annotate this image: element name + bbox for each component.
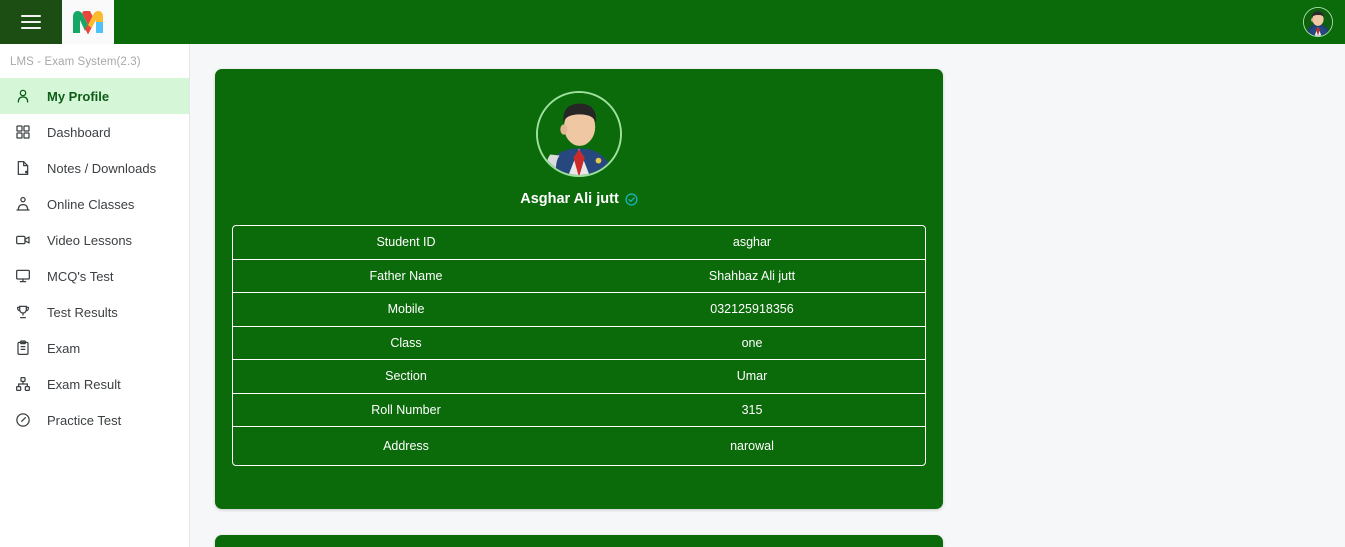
table-row: Roll Number 315 (233, 394, 925, 427)
row-label: Mobile (387, 302, 425, 317)
user-icon (13, 86, 33, 106)
row-label: Address (383, 439, 429, 453)
grid-icon (13, 122, 33, 142)
top-bar (0, 0, 1345, 44)
sidebar-item-practice-test[interactable]: Practice Test (0, 402, 189, 438)
profile-card: Asghar Ali jutt Student ID asghar Father… (215, 69, 943, 509)
table-row: Section Umar (233, 360, 925, 394)
row-label: Student ID (376, 235, 436, 250)
presentation-icon (13, 194, 33, 214)
sidebar-item-notes-downloads[interactable]: Notes / Downloads (0, 150, 189, 186)
sidebar-item-label: Notes / Downloads (47, 160, 157, 176)
table-row: Mobile 032125918356 (233, 293, 925, 327)
monitor-icon (13, 266, 33, 286)
menu-toggle-button[interactable] (0, 0, 62, 44)
sidebar-item-label: Test Results (47, 304, 118, 320)
gauge-icon (13, 410, 33, 430)
secondary-card (215, 535, 943, 547)
sidebar-item-video-lessons[interactable]: Video Lessons (0, 222, 189, 258)
sidebar-item-my-profile[interactable]: My Profile (0, 78, 189, 114)
profile-info-table: Student ID asghar Father Name Shahbaz Al… (232, 225, 926, 466)
avatar-icon (538, 93, 620, 175)
sidebar: LMS - Exam System(2.3) My Profile Dashbo… (0, 44, 190, 547)
app-logo[interactable] (62, 0, 114, 44)
profile-name-row: Asghar Ali jutt (215, 191, 943, 207)
sidebar-title: LMS - Exam System(2.3) (10, 56, 141, 68)
sidebar-item-online-classes[interactable]: Online Classes (0, 186, 189, 222)
hierarchy-icon (13, 374, 33, 394)
row-label: Class (390, 335, 422, 350)
sidebar-item-exam-result[interactable]: Exam Result (0, 366, 189, 402)
row-label: Roll Number (371, 402, 441, 417)
sidebar-item-dashboard[interactable]: Dashboard (0, 114, 189, 150)
table-row: Student ID asghar (233, 226, 925, 260)
row-value: 032125918356 (710, 302, 794, 317)
sidebar-item-label: Exam (47, 340, 81, 356)
row-value: 315 (741, 402, 763, 417)
table-row: Address narowal (233, 427, 925, 465)
hamburger-icon (21, 15, 41, 29)
document-icon (13, 158, 33, 178)
row-value: one (741, 335, 763, 350)
sidebar-item-test-results[interactable]: Test Results (0, 294, 189, 330)
sidebar-item-label: My Profile (47, 88, 110, 104)
sidebar-item-label: Dashboard (47, 124, 111, 140)
profile-avatar-wrap (215, 69, 943, 177)
main-content: Asghar Ali jutt Student ID asghar Father… (190, 44, 1345, 547)
row-value: Umar (736, 369, 768, 384)
profile-name: Asghar Ali jutt (520, 191, 619, 207)
avatar-icon (1304, 8, 1332, 36)
table-row: Father Name Shahbaz Ali jutt (233, 260, 925, 293)
sidebar-item-exam[interactable]: Exam (0, 330, 189, 366)
profile-avatar (536, 91, 622, 177)
video-icon (13, 230, 33, 250)
row-label: Section (385, 369, 427, 384)
user-avatar-button[interactable] (1303, 7, 1333, 37)
sidebar-item-label: Exam Result (47, 376, 121, 392)
row-value: Shahbaz Ali jutt (708, 268, 796, 283)
row-label: Father Name (369, 268, 443, 283)
sidebar-item-mcqs-test[interactable]: MCQ's Test (0, 258, 189, 294)
verified-badge-icon (625, 192, 638, 206)
table-row: Class one (233, 327, 925, 360)
sidebar-item-label: Practice Test (47, 412, 122, 428)
row-value: narowal (730, 439, 774, 453)
clipboard-icon (13, 338, 33, 358)
row-value: asghar (732, 235, 772, 250)
trophy-icon (13, 302, 33, 322)
sidebar-item-label: Online Classes (47, 196, 135, 212)
m-logo-icon (73, 11, 103, 35)
sidebar-item-label: MCQ's Test (47, 268, 114, 284)
sidebar-item-label: Video Lessons (47, 232, 133, 248)
